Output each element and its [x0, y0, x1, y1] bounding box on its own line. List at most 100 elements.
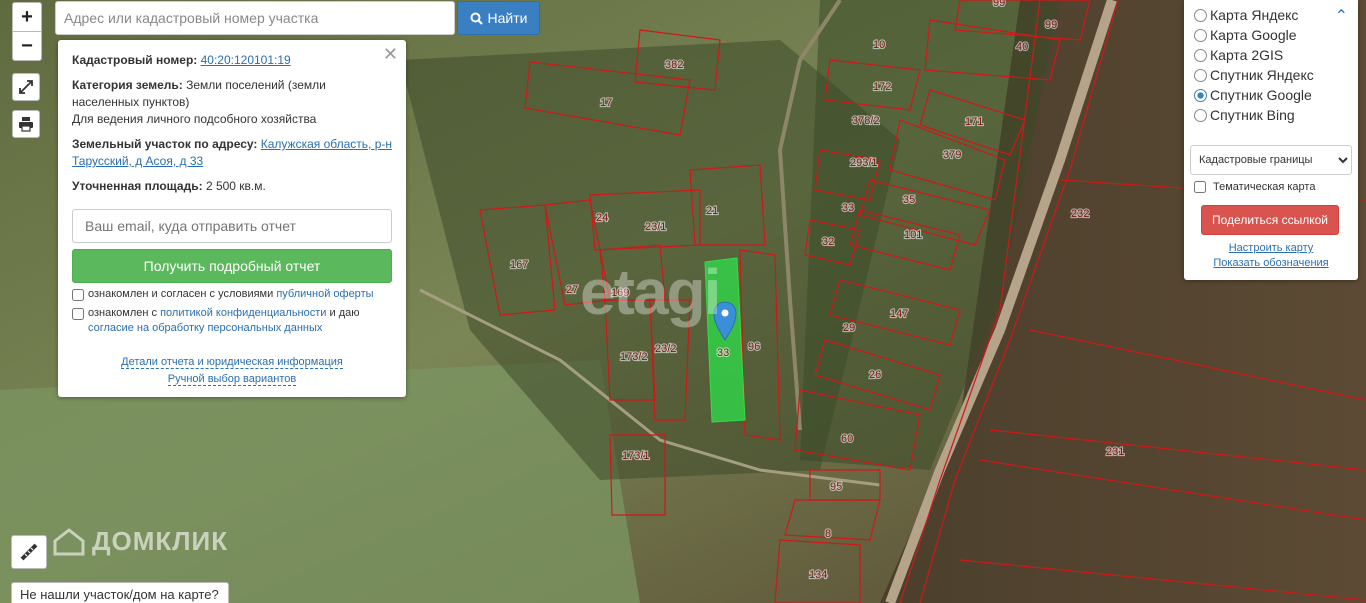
cadastral-number-link[interactable]: 40:20:120101:19 — [201, 53, 291, 67]
search-button-label: Найти — [487, 10, 528, 26]
plot-label: 172 — [873, 81, 891, 93]
cadastral-label: Кадастровый номер: — [72, 53, 198, 67]
search-icon — [470, 12, 483, 25]
category-label: Категория земель: — [72, 78, 183, 92]
radio-checked-icon[interactable] — [1194, 88, 1207, 102]
plot-label: 96 — [748, 341, 760, 353]
privacy-consent-row: ознакомлен с политикой конфиденциальност… — [72, 306, 392, 336]
layer-option-google-satellite[interactable]: Спутник Google — [1190, 85, 1352, 105]
consent2-text: ознакомлен с — [88, 307, 158, 319]
show-legend-link[interactable]: Показать обозначения — [1213, 257, 1328, 269]
ruler-icon — [20, 543, 38, 561]
ruler-button[interactable] — [11, 535, 47, 569]
plot-label: 379 — [943, 149, 961, 161]
plot-label: 382 — [665, 59, 683, 71]
public-offer-link[interactable]: публичной оферты — [276, 288, 373, 300]
privacy-consent-checkbox[interactable] — [72, 308, 84, 320]
address-label: Земельный участок по адресу: — [72, 137, 258, 151]
plot-label: 99 — [1045, 19, 1057, 31]
print-button[interactable] — [12, 110, 40, 138]
radio-icon[interactable] — [1194, 68, 1207, 82]
area-value: 2 500 кв.м. — [205, 179, 266, 193]
plot-label: 10 — [873, 39, 885, 51]
address-row: Земельный участок по адресу: Калужская о… — [72, 136, 392, 170]
radio-icon[interactable] — [1194, 8, 1207, 22]
printer-icon — [19, 117, 33, 132]
domclick-text: ДОМКЛИК — [92, 526, 229, 556]
fullscreen-button[interactable] — [12, 73, 40, 101]
email-field[interactable] — [72, 209, 392, 243]
usage-value: Для ведения личного подсобного хозяйства — [72, 112, 317, 126]
plot-label: 32 — [822, 236, 834, 248]
radio-icon[interactable] — [1194, 28, 1207, 42]
plot-label: 24 — [596, 212, 608, 224]
consent2-mid: и даю — [329, 307, 360, 319]
show-legend-row: Показать обозначения — [1190, 257, 1352, 269]
offer-consent-row: ознакомлен и согласен с условиями публич… — [72, 287, 392, 302]
plot-label: 26 — [869, 369, 881, 381]
overlay-select[interactable]: Кадастровые границы — [1190, 145, 1352, 175]
search-input[interactable] — [55, 1, 455, 35]
offer-consent-text: ознакомлен и согласен с условиями публич… — [88, 287, 374, 302]
thematic-map-row: Тематическая карта — [1190, 181, 1352, 193]
layer-option-label: Карта Google — [1210, 27, 1297, 43]
layer-option-google-map[interactable]: Карта Google — [1190, 25, 1352, 45]
not-found-button[interactable]: Не нашли участок/дом на карте? — [11, 582, 229, 603]
plot-label: 173/1 — [622, 450, 650, 462]
plot-label: 99 — [993, 0, 1005, 9]
zoom-in-button[interactable]: + — [12, 2, 42, 32]
personal-data-consent-link[interactable]: согласие на обработку персональных данны… — [88, 322, 322, 334]
privacy-policy-link[interactable]: политикой конфиденциальности — [160, 307, 326, 319]
plot-label: 95 — [830, 481, 842, 493]
plot-label: 40 — [1016, 41, 1028, 53]
offer-consent-checkbox[interactable] — [72, 289, 84, 301]
plot-label: 173/2 — [620, 351, 648, 363]
privacy-consent-text: ознакомлен с политикой конфиденциальност… — [88, 306, 392, 336]
plot-label: 171 — [965, 116, 983, 128]
report-details-link[interactable]: Детали отчета и юридическая информация — [121, 356, 343, 369]
thematic-map-checkbox[interactable] — [1194, 181, 1206, 193]
plot-label: 101 — [904, 229, 922, 241]
layer-option-label: Спутник Bing — [1210, 107, 1295, 123]
plot-label: 147 — [890, 308, 908, 320]
plot-info-panel: ✕ Кадастровый номер: 40:20:120101:19 Кат… — [58, 40, 406, 397]
layer-option-label: Карта Яндекс — [1210, 7, 1299, 23]
manual-selection-link[interactable]: Ручной выбор вариантов — [167, 373, 297, 386]
get-report-button[interactable]: Получить подробный отчет — [72, 249, 392, 283]
radio-icon[interactable] — [1194, 48, 1207, 62]
layer-option-label: Спутник Яндекс — [1210, 67, 1314, 83]
chevron-up-icon[interactable]: ⌃ — [1335, 6, 1348, 26]
close-icon[interactable]: ✕ — [383, 44, 398, 65]
layer-option-2gis-map[interactable]: Карта 2GIS — [1190, 45, 1352, 65]
plot-label: 8 — [825, 528, 831, 540]
plot-label: 27 — [566, 284, 578, 296]
zoom-out-button[interactable]: − — [12, 31, 42, 61]
expand-icon — [19, 80, 33, 94]
configure-map-link[interactable]: Настроить карту — [1229, 242, 1314, 254]
plot-label: 29 — [843, 322, 855, 334]
layer-option-yandex-map[interactable]: Карта Яндекс — [1190, 5, 1352, 25]
domclick-watermark: ДОМКЛИК — [52, 526, 228, 557]
layer-option-label: Карта 2GIS — [1210, 47, 1284, 63]
plot-label: 167 — [510, 259, 528, 271]
plot-label: 60 — [841, 433, 853, 445]
layer-option-label: Спутник Google — [1210, 87, 1312, 103]
plot-label: 23/2 — [655, 343, 676, 355]
land-category-row: Категория земель: Земли поселений (земли… — [72, 77, 392, 128]
panel-bottom-links: Детали отчета и юридическая информация Р… — [72, 354, 392, 388]
etagi-watermark: etagi — [580, 256, 721, 328]
plot-label: 293/1 — [850, 157, 878, 169]
plot-label: 21 — [706, 205, 718, 217]
share-link-button[interactable]: Поделиться ссылкой — [1201, 205, 1339, 235]
plot-label: 231 — [1106, 446, 1124, 458]
radio-icon[interactable] — [1194, 108, 1207, 122]
plot-label: 33 — [717, 347, 729, 359]
house-icon — [53, 527, 85, 555]
layer-option-bing-satellite[interactable]: Спутник Bing — [1190, 105, 1352, 125]
plot-label: 134 — [809, 569, 827, 581]
layer-option-yandex-satellite[interactable]: Спутник Яндекс — [1190, 65, 1352, 85]
plot-label: 33 — [842, 202, 854, 214]
cadastral-number-row: Кадастровый номер: 40:20:120101:19 — [72, 52, 392, 69]
area-label: Уточненная площадь: — [72, 179, 203, 193]
search-button[interactable]: Найти — [457, 1, 540, 35]
